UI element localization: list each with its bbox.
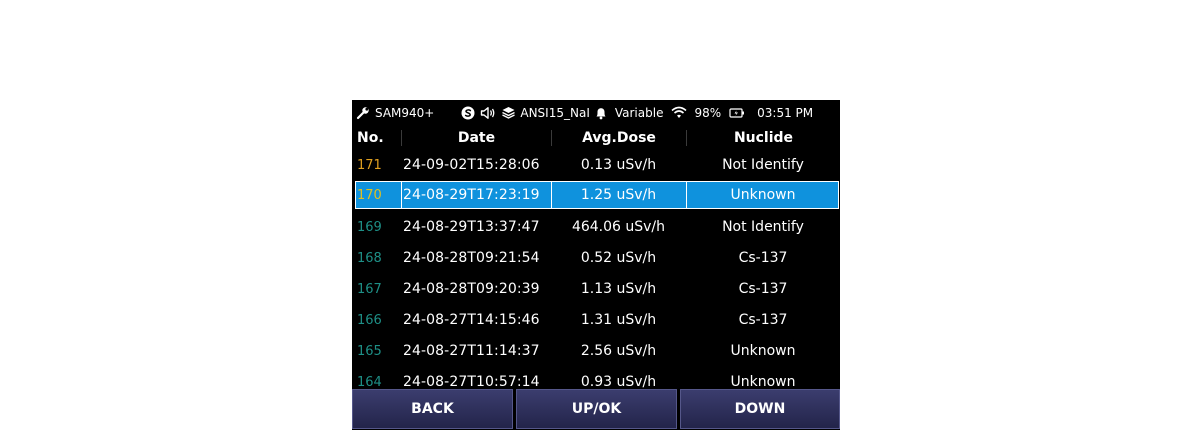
device-screen: SAM940+ ANSI15_NaI Variable 98% 03:51 PM… xyxy=(352,100,840,430)
row-avg-dose: 0.93 uSv/h xyxy=(580,374,657,390)
row-nuclide: Cs-137 xyxy=(738,312,788,328)
row-avg-dose: 464.06 uSv/h xyxy=(571,219,666,235)
button-bar: BACK UP/OK DOWN xyxy=(352,389,840,430)
status-bar: SAM940+ ANSI15_NaI Variable 98% 03:51 PM xyxy=(352,100,840,125)
bell-icon xyxy=(593,105,609,121)
table-row-selected[interactable]: 170 24-08-29T17:23:19 1.25 uSv/h Unknown xyxy=(352,180,840,210)
library-name: ANSI15_NaI xyxy=(520,105,590,120)
speaker-icon xyxy=(480,105,496,121)
clock-time: 03:51 PM xyxy=(757,105,814,120)
row-nuclide: Not Identify xyxy=(722,219,804,235)
row-number: 171 xyxy=(357,157,382,173)
row-avg-dose: 1.31 uSv/h xyxy=(580,312,657,328)
table-row[interactable]: 166 24-08-27T14:15:46 1.31 uSv/h Cs-137 xyxy=(352,305,840,335)
battery-icon xyxy=(729,105,745,121)
wifi-icon xyxy=(671,105,687,121)
row-date: 24-08-27T11:14:37 xyxy=(403,343,540,359)
down-button[interactable]: DOWN xyxy=(680,389,840,429)
header-nuclide: Nuclide xyxy=(686,129,840,146)
header-date: Date xyxy=(401,129,551,146)
row-nuclide: Not Identify xyxy=(722,157,804,173)
row-number: 164 xyxy=(357,374,382,390)
row-nuclide: Cs-137 xyxy=(738,250,788,266)
row-date: 24-08-27T14:15:46 xyxy=(403,312,540,328)
device-name: SAM940+ xyxy=(375,105,435,120)
row-date: 24-08-27T10:57:14 xyxy=(403,374,540,390)
table-row[interactable]: 168 24-08-28T09:21:54 0.52 uSv/h Cs-137 xyxy=(352,243,840,273)
row-date: 24-08-29T17:23:19 xyxy=(403,187,540,203)
row-nuclide: Unknown xyxy=(730,343,796,359)
row-number: 166 xyxy=(357,312,382,328)
row-number: 165 xyxy=(357,343,382,359)
row-nuclide: Cs-137 xyxy=(738,281,788,297)
shield-icon xyxy=(500,105,516,121)
row-number: 170 xyxy=(357,187,382,203)
row-avg-dose: 0.13 uSv/h xyxy=(580,157,657,173)
row-avg-dose: 1.13 uSv/h xyxy=(580,281,657,297)
wrench-icon xyxy=(355,105,371,121)
row-number: 169 xyxy=(357,219,382,235)
table-row[interactable]: 165 24-08-27T11:14:37 2.56 uSv/h Unknown xyxy=(352,336,840,366)
s-badge-icon xyxy=(460,105,476,121)
row-avg-dose: 2.56 uSv/h xyxy=(580,343,657,359)
table-row[interactable]: 169 24-08-29T13:37:47 464.06 uSv/h Not I… xyxy=(352,212,840,242)
row-date: 24-08-29T13:37:47 xyxy=(403,219,540,235)
battery-percent: 98% xyxy=(694,105,722,120)
up-ok-button[interactable]: UP/OK xyxy=(516,389,677,429)
back-button[interactable]: BACK xyxy=(352,389,513,429)
row-avg-dose: 0.52 uSv/h xyxy=(580,250,657,266)
row-date: 24-08-28T09:20:39 xyxy=(403,281,540,297)
header-no: No. xyxy=(357,129,384,146)
header-avg-dose: Avg.Dose xyxy=(551,129,686,146)
row-date: 24-08-28T09:21:54 xyxy=(403,250,540,266)
row-nuclide: Unknown xyxy=(730,187,796,203)
table-header: No. Date Avg.Dose Nuclide xyxy=(352,125,840,150)
mode-label: Variable xyxy=(614,105,664,120)
row-number: 168 xyxy=(357,250,382,266)
row-nuclide: Unknown xyxy=(730,374,796,390)
row-avg-dose: 1.25 uSv/h xyxy=(580,187,657,203)
table-row[interactable]: 171 24-09-02T15:28:06 0.13 uSv/h Not Ide… xyxy=(352,150,840,180)
row-date: 24-09-02T15:28:06 xyxy=(403,157,540,173)
table-row[interactable]: 167 24-08-28T09:20:39 1.13 uSv/h Cs-137 xyxy=(352,274,840,304)
row-number: 167 xyxy=(357,281,382,297)
